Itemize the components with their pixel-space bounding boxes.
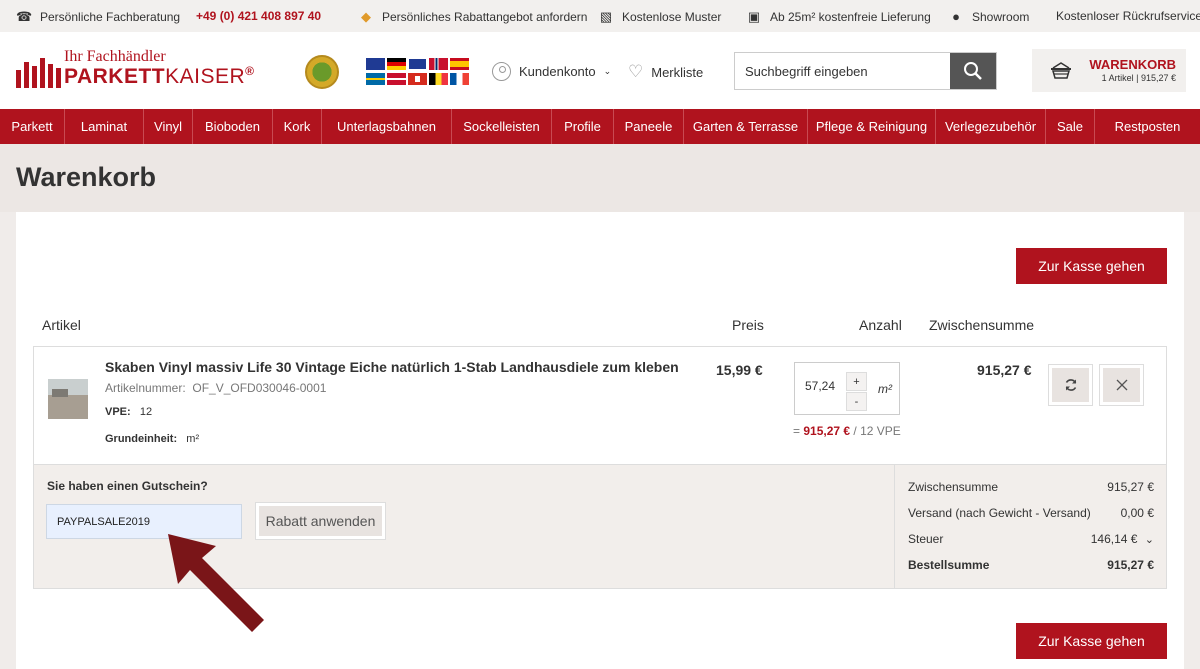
flag-de-icon[interactable]	[387, 58, 406, 70]
chevron-down-icon: ⌄	[603, 66, 612, 76]
nav-item-garten-terrasse[interactable]: Garten & Terrasse	[684, 109, 808, 144]
wishlist-link[interactable]: ♡ Merkliste	[628, 62, 703, 82]
nav-item-profile[interactable]: Profile	[552, 109, 614, 144]
nav-item-restposten[interactable]: Restposten	[1095, 109, 1200, 144]
flag-ch-icon[interactable]	[408, 73, 427, 85]
quality-seal-icon	[305, 55, 339, 89]
search-input[interactable]	[735, 53, 950, 89]
basket-icon	[1051, 62, 1071, 79]
product-base-unit: Grundeinheit: m²	[105, 433, 200, 445]
heart-icon: ♡	[628, 62, 644, 81]
item-price: 15,99 €	[716, 362, 763, 378]
topbar-rueckruf[interactable]: Kostenloser Rückrufservice	[1056, 9, 1200, 23]
flag-fr-icon[interactable]	[450, 73, 469, 85]
close-icon	[1116, 379, 1127, 391]
nav-item-vinyl[interactable]: Vinyl	[144, 109, 193, 144]
location-pin-icon: ●	[952, 9, 960, 24]
product-sku: Artikelnummer: OF_V_OFD030046-0001	[105, 381, 327, 395]
main-navigation: Parkett Laminat Vinyl Bioboden Kork Unte…	[0, 109, 1200, 144]
summary-row-total: Bestellsumme 915,27 €	[908, 558, 1154, 572]
quantity-decrease-button[interactable]: -	[846, 392, 867, 411]
column-header-price: Preis	[732, 317, 764, 333]
annotation-arrow-icon	[168, 534, 264, 632]
chevron-down-icon: ⌄	[1144, 534, 1154, 546]
flag-dk-icon[interactable]	[387, 73, 406, 85]
quantity-unit: m²	[878, 382, 892, 396]
update-item-button[interactable]	[1048, 364, 1093, 406]
logo-bars-icon	[16, 58, 61, 88]
site-header: Ihr Fachhändler PARKETTKAISER® Kundenkon…	[0, 32, 1200, 109]
topbar-muster[interactable]: ▧ Kostenlose Muster	[598, 9, 722, 25]
nav-item-laminat[interactable]: Laminat	[65, 109, 144, 144]
topbar-rabatt[interactable]: ◆ Persönliches Rabattangebot anfordern	[358, 9, 587, 25]
flag-es-icon[interactable]	[450, 58, 469, 70]
truck-icon: ▣	[747, 9, 761, 24]
summary-row-subtotal: Zwischensumme 915,27 €	[908, 480, 1154, 494]
topbar-lieferung[interactable]: ▣ Ab 25m² kostenfreie Lieferung	[746, 9, 931, 25]
page-title-bar: Warenkorb	[0, 144, 1200, 212]
telephone-icon: ☎	[16, 9, 33, 24]
flag-be-icon[interactable]	[429, 73, 448, 85]
search-bar	[734, 52, 997, 90]
search-button[interactable]	[950, 53, 996, 89]
column-header-quantity: Anzahl	[859, 317, 902, 333]
product-thumbnail[interactable]	[48, 379, 88, 419]
nav-item-bioboden[interactable]: Bioboden	[193, 109, 273, 144]
topbar-phone[interactable]: +49 (0) 421 408 897 40	[196, 9, 321, 23]
account-menu[interactable]: Kundenkonto ⌄	[492, 62, 611, 81]
user-icon	[492, 62, 511, 81]
coupon-question: Sie haben einen Gutschein?	[47, 479, 208, 493]
topbar-beratung[interactable]: ☎ Persönliche Fachberatung	[16, 9, 180, 25]
quantity-increase-button[interactable]: +	[846, 372, 867, 391]
nav-item-sale[interactable]: Sale	[1046, 109, 1095, 144]
nav-item-verlegezubehoer[interactable]: Verlegezubehör	[936, 109, 1046, 144]
flag-eu-icon[interactable]	[366, 58, 385, 70]
nav-item-pflege-reinigung[interactable]: Pflege & Reinigung	[808, 109, 936, 144]
search-icon	[964, 62, 982, 80]
quantity-input[interactable]: 57,24	[805, 379, 835, 393]
nav-item-sockelleisten[interactable]: Sockelleisten	[452, 109, 552, 144]
tag-icon: ◆	[361, 9, 371, 24]
site-logo[interactable]: Ihr Fachhändler PARKETTKAISER®	[16, 46, 276, 96]
flag-no-icon[interactable]	[429, 58, 448, 70]
summary-row-shipping: Versand (nach Gewicht - Versand) 0,00 €	[908, 506, 1154, 520]
nav-item-unterlagsbahnen[interactable]: Unterlagsbahnen	[322, 109, 452, 144]
vpe-total: = 915,27 € / 12 VPE	[793, 424, 901, 438]
nav-item-paneele[interactable]: Paneele	[614, 109, 684, 144]
checkout-button-bottom[interactable]: Zur Kasse gehen	[1016, 623, 1167, 659]
language-flags	[366, 58, 469, 85]
nav-item-parkett[interactable]: Parkett	[0, 109, 65, 144]
top-info-bar: ☎ Persönliche Fachberatung +49 (0) 421 4…	[0, 0, 1200, 32]
quantity-stepper: 57,24 + - m²	[794, 362, 900, 415]
checkout-button-top[interactable]: Zur Kasse gehen	[1016, 248, 1167, 284]
product-vpe: VPE: 12	[105, 406, 153, 418]
page-title: Warenkorb	[16, 162, 157, 192]
summary-row-tax[interactable]: Steuer 146,14 € ⌄	[908, 532, 1154, 546]
column-header-subtotal: Zwischensumme	[929, 317, 1035, 333]
refresh-icon	[1065, 379, 1076, 391]
flag-uk-icon[interactable]	[408, 58, 427, 70]
item-subtotal: 915,27 €	[977, 362, 1032, 378]
remove-item-button[interactable]	[1099, 364, 1144, 406]
flag-se-icon[interactable]	[366, 73, 385, 85]
product-name[interactable]: Skaben Vinyl massiv Life 30 Vintage Eich…	[105, 359, 679, 375]
nav-item-kork[interactable]: Kork	[273, 109, 322, 144]
cart-widget[interactable]: WARENKORB 1 Artikel | 915,27 €	[1032, 49, 1186, 92]
topbar-showroom[interactable]: ● Showroom	[948, 9, 1029, 24]
column-header-article: Artikel	[42, 317, 81, 333]
samples-icon: ▧	[599, 9, 613, 24]
